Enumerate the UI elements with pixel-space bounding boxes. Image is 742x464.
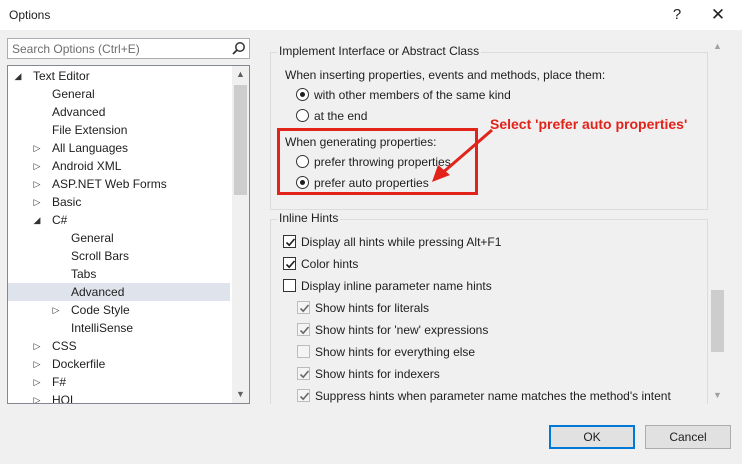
annotation-arrow-icon <box>432 128 493 182</box>
hint-checkbox-label[interactable]: Display all hints while pressing Alt+F1 <box>301 235 501 249</box>
scroll-down-arrow[interactable]: ▼ <box>709 387 726 404</box>
hint-checkbox[interactable] <box>297 367 310 380</box>
tree-item[interactable]: ▷ All Languages <box>8 139 230 157</box>
radio-same-kind[interactable] <box>296 88 309 101</box>
hint-checkbox[interactable] <box>283 257 296 270</box>
collapsed-caret-icon[interactable]: ▷ <box>50 301 62 319</box>
tree-item[interactable]: Advanced <box>8 283 230 301</box>
tree-item-label: All Languages <box>52 141 129 155</box>
search-input[interactable] <box>8 39 223 58</box>
tree-item-label: Scroll Bars <box>71 249 130 263</box>
expanded-caret-icon[interactable]: ◢ <box>31 211 43 229</box>
tree-item[interactable]: ▷ Basic <box>8 193 230 211</box>
radio-at-end[interactable] <box>296 109 309 122</box>
hint-checkbox-label[interactable]: Suppress hints when parameter name match… <box>315 389 671 403</box>
hint-checkbox[interactable] <box>283 235 296 248</box>
tree-item[interactable]: ▷ CSS <box>8 337 230 355</box>
collapsed-caret-icon[interactable]: ▷ <box>31 139 43 157</box>
scroll-up-arrow[interactable]: ▲ <box>709 38 726 55</box>
tree-item-label: General <box>71 231 114 245</box>
search-box[interactable] <box>7 38 250 59</box>
tree-item[interactable]: ▷ HQL <box>8 391 230 404</box>
tree-item-label: HQL <box>52 393 77 404</box>
tree-item[interactable]: Tabs <box>8 265 230 283</box>
tree-item-label: Android XML <box>52 159 122 173</box>
collapsed-caret-icon[interactable]: ▷ <box>31 373 43 391</box>
hint-checkbox-label[interactable]: Show hints for indexers <box>315 367 440 381</box>
radio-label[interactable]: at the end <box>314 109 367 123</box>
tree-item[interactable]: ◢ C# <box>8 211 230 229</box>
hint-checkbox[interactable] <box>297 345 310 358</box>
tree-item[interactable]: Advanced <box>8 103 230 121</box>
hint-checkbox-label[interactable]: Show hints for literals <box>315 301 429 315</box>
tree-item-label: Code Style <box>71 303 130 317</box>
window-title: Options <box>9 8 51 22</box>
hint-checkbox[interactable] <box>297 389 310 402</box>
annotation-text: Select 'prefer auto properties' <box>490 116 688 132</box>
tree-item-label: Dockerfile <box>52 357 106 371</box>
scroll-down-arrow[interactable]: ▼ <box>232 386 249 403</box>
hint-checkbox-label[interactable]: Display inline parameter name hints <box>301 279 492 293</box>
hint-checkbox-label[interactable]: Color hints <box>301 257 358 271</box>
tree-item-label: Advanced <box>52 105 106 119</box>
tree-item-label: CSS <box>52 339 77 353</box>
group-title: Inline Hints <box>277 211 341 225</box>
tree-item-label: File Extension <box>52 123 128 137</box>
hint-checkbox[interactable] <box>297 323 310 336</box>
collapsed-caret-icon[interactable]: ▷ <box>31 355 43 373</box>
tree-item-label: General <box>52 87 95 101</box>
cancel-button[interactable]: Cancel <box>645 425 731 449</box>
tree-item-label: Tabs <box>71 267 97 281</box>
tree-item[interactable]: General <box>8 229 230 247</box>
tree-item[interactable]: ▷ F# <box>8 373 230 391</box>
tree-item[interactable]: Scroll Bars <box>8 247 230 265</box>
tree-item[interactable]: IntelliSense <box>8 319 230 337</box>
collapsed-caret-icon[interactable]: ▷ <box>31 391 43 403</box>
group-title: Implement Interface or Abstract Class <box>277 44 482 58</box>
title-bar: Options ? ✕ <box>0 0 742 30</box>
hint-checkbox-label[interactable]: Show hints for everything else <box>315 345 475 359</box>
tree-item[interactable]: ▷ Dockerfile <box>8 355 230 373</box>
collapsed-caret-icon[interactable]: ▷ <box>31 337 43 355</box>
tree-item[interactable]: ▷ ASP.NET Web Forms <box>8 175 230 193</box>
inline-hints-group: Inline Hints Display all hints while pre… <box>270 211 708 404</box>
collapsed-caret-icon[interactable]: ▷ <box>31 157 43 175</box>
tree-item-label: IntelliSense <box>71 321 134 335</box>
tree-scrollbar[interactable]: ▲ ▼ <box>232 66 249 403</box>
tree-item[interactable]: General <box>8 85 230 103</box>
tree-item-label: Basic <box>52 195 82 209</box>
search-icon <box>232 42 245 55</box>
tree-item[interactable]: File Extension <box>8 121 230 139</box>
collapsed-caret-icon[interactable]: ▷ <box>31 193 43 211</box>
settings-scrollbar[interactable]: ▲ ▼ <box>709 38 726 404</box>
expanded-caret-icon[interactable]: ◢ <box>12 67 24 85</box>
options-tree: ◢ Text Editor General Advanced File Extensio… <box>7 65 250 404</box>
insert-label: When inserting properties, events and me… <box>285 68 606 82</box>
collapsed-caret-icon[interactable]: ▷ <box>31 175 43 193</box>
radio-label[interactable]: with other members of the same kind <box>314 88 511 102</box>
ok-button[interactable]: OK <box>549 425 635 449</box>
settings-panel: Implement Interface or Abstract Class Wh… <box>270 38 734 404</box>
hint-checkbox[interactable] <box>297 301 310 314</box>
tree-item-label: ASP.NET Web Forms <box>52 177 167 191</box>
tree-item-label: C# <box>52 213 68 227</box>
tree-item-label: Text Editor <box>33 69 90 83</box>
tree-item[interactable]: ▷ Code Style <box>8 301 230 319</box>
hint-checkbox[interactable] <box>283 279 296 292</box>
scroll-thumb[interactable] <box>711 290 724 352</box>
tree-item-label: F# <box>52 375 67 389</box>
scroll-up-arrow[interactable]: ▲ <box>232 66 249 83</box>
scroll-thumb[interactable] <box>234 85 247 195</box>
tree-item[interactable]: ▷ Android XML <box>8 157 230 175</box>
hint-checkbox-label[interactable]: Show hints for 'new' expressions <box>315 323 488 337</box>
tree-item-label: Advanced <box>71 285 125 299</box>
tree-item[interactable]: ◢ Text Editor <box>8 67 230 85</box>
close-button[interactable]: ✕ <box>707 4 729 26</box>
help-button[interactable]: ? <box>666 4 688 26</box>
